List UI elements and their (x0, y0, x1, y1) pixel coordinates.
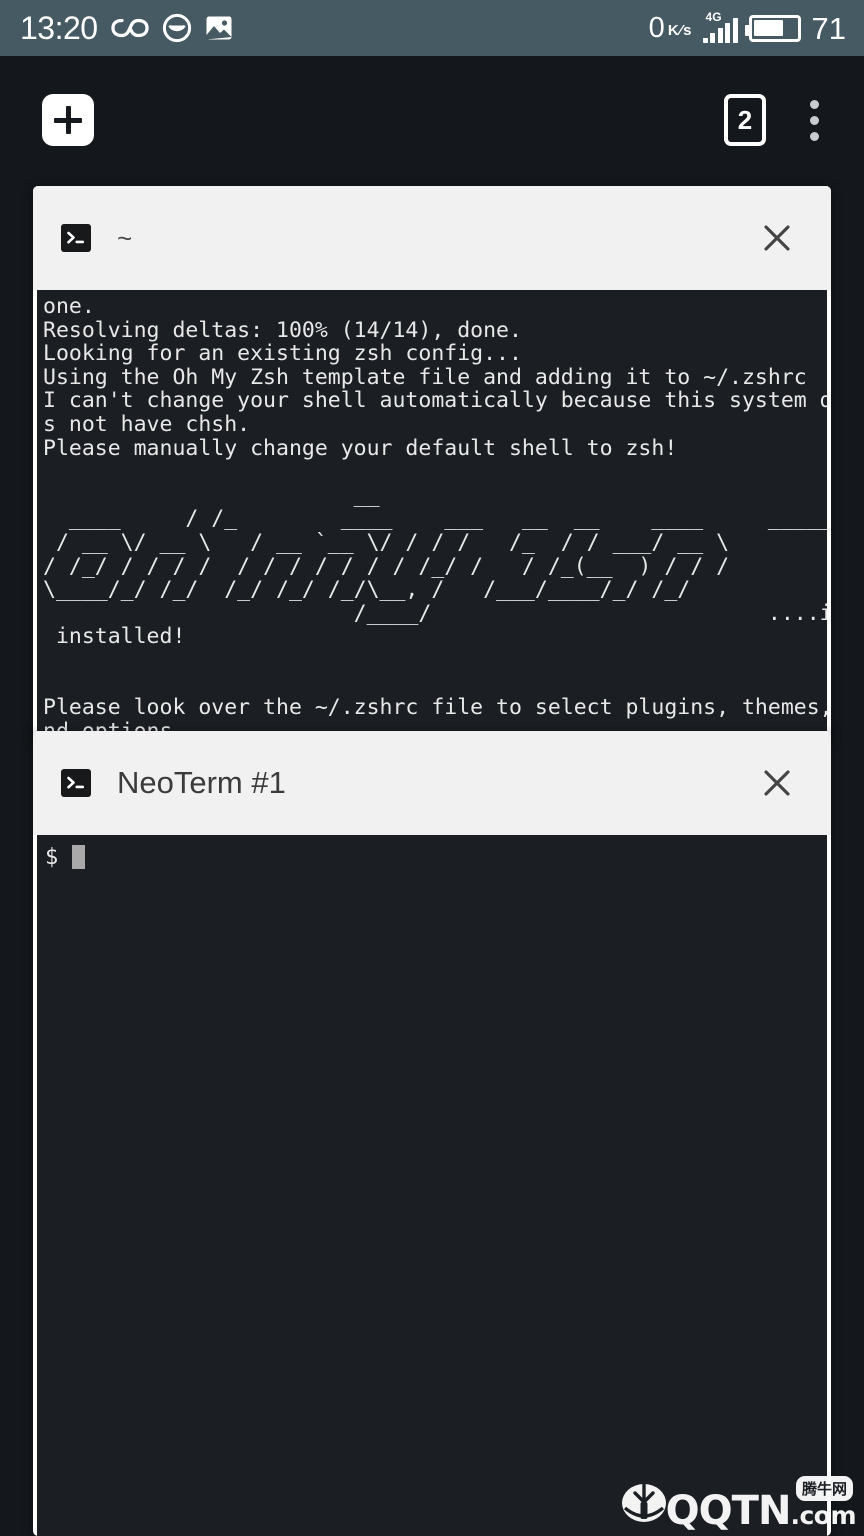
plus-icon (54, 106, 82, 134)
signal-bar-1 (702, 38, 708, 43)
signal-bar-2 (710, 33, 716, 43)
infinity-icon (110, 16, 149, 40)
signal-bar-3 (717, 28, 723, 43)
signal-bar-5 (732, 18, 738, 43)
network-speed-unit-denominator: s (683, 21, 692, 39)
network-speed: 0 K ⁄ s (649, 12, 692, 45)
overflow-dot-1 (809, 99, 819, 109)
photo-icon (205, 14, 233, 42)
session-card[interactable]: ~ one. Resolving deltas: 100% (14/14), d… (33, 186, 831, 739)
status-bar-right: 0 K ⁄ s 4G 71 (649, 10, 846, 46)
battery-icon (744, 14, 801, 42)
session-count-badge[interactable]: 2 (724, 94, 766, 146)
close-session-icon[interactable] (751, 212, 803, 264)
terminal-viewport[interactable]: one. Resolving deltas: 100% (14/14), don… (37, 290, 827, 739)
network-speed-unit: K ⁄ s (668, 23, 692, 38)
app-screen: 13:20 0 K ⁄ s 4G 71 2 ~ one. Resolving d… (0, 0, 864, 1536)
overflow-menu-button[interactable] (792, 92, 836, 148)
network-speed-value: 0 (648, 11, 665, 44)
network-speed-slash: ⁄ (679, 21, 683, 39)
battery-percent-label: 71 (811, 10, 846, 46)
text-cursor (71, 845, 85, 869)
close-session-icon[interactable] (751, 757, 803, 809)
overflow-dot-2 (809, 115, 819, 125)
session-card-header[interactable]: NeoTerm #1 (33, 731, 831, 835)
battery-fill (754, 20, 784, 36)
terminal-icon (61, 224, 91, 252)
network-speed-unit-numerator: K (667, 21, 679, 39)
app-toolbar: 2 (0, 56, 864, 184)
signal-bar-4 (725, 23, 731, 43)
network-type-label: 4G (705, 10, 722, 24)
status-clock: 13:20 (20, 10, 98, 46)
session-card-title: ~ (117, 222, 133, 253)
shell-prompt: $ (45, 845, 72, 870)
face-icon (162, 13, 192, 43)
status-bar-left: 13:20 (20, 12, 233, 44)
overflow-dot-3 (809, 131, 819, 141)
session-list: ~ one. Resolving deltas: 100% (14/14), d… (0, 186, 864, 1536)
terminal-icon (61, 769, 91, 797)
terminal-output: one. Resolving deltas: 100% (14/14), don… (43, 294, 827, 739)
session-card-title: NeoTerm #1 (117, 765, 286, 800)
signal-strength-icon: 4G (702, 10, 738, 43)
terminal-viewport[interactable]: $ (37, 835, 827, 1536)
session-card[interactable]: NeoTerm #1 $ (33, 731, 831, 1536)
status-bar: 13:20 0 K ⁄ s 4G 71 (0, 0, 864, 56)
terminal-output: $ (37, 835, 827, 870)
session-card-header[interactable]: ~ (33, 186, 831, 290)
new-session-button[interactable] (42, 94, 94, 146)
